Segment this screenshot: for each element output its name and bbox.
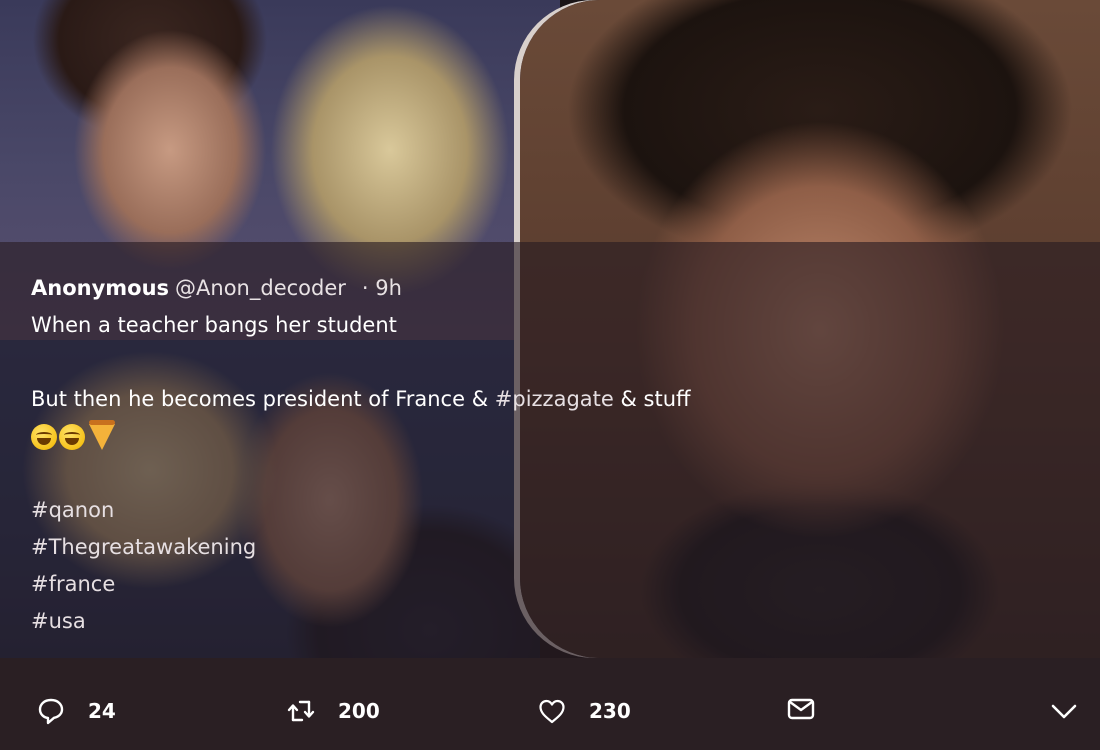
tweet-media[interactable]: Anonymous @Anon_decoder · 9h When a teac… — [0, 0, 1100, 658]
hashtag-usa[interactable]: #usa — [31, 603, 931, 640]
share-button[interactable] — [786, 694, 816, 724]
tweet-line-2-start: But then he becomes president of France … — [31, 387, 495, 411]
reply-icon — [38, 698, 64, 725]
retweet-count: 200 — [338, 699, 380, 723]
more-options-button[interactable] — [1049, 696, 1079, 726]
grinning-squinting-face-emoji — [31, 423, 57, 450]
hashtag-france[interactable]: #france — [31, 566, 931, 603]
tweet-timestamp[interactable]: · 9h — [362, 270, 402, 307]
pizza-emoji — [89, 419, 115, 450]
heart-icon — [539, 699, 565, 724]
hashtag-thegreatawakening[interactable]: #Thegreatawakening — [31, 529, 931, 566]
tweet-action-bar: 24 200 230 — [0, 658, 1100, 750]
grinning-squinting-face-emoji — [59, 423, 85, 450]
chevron-down-icon — [1051, 704, 1077, 719]
reply-button[interactable]: 24 — [36, 696, 116, 726]
tweet-line-1: When a teacher bangs her student — [31, 313, 397, 337]
like-button[interactable]: 230 — [537, 696, 631, 726]
tweet-header: Anonymous @Anon_decoder · 9h — [31, 270, 931, 307]
author-name[interactable]: Anonymous — [31, 270, 169, 307]
hashtag-qanon[interactable]: #qanon — [31, 492, 931, 529]
hashtag-pizzagate[interactable]: #pizzagate — [495, 387, 614, 411]
author-handle[interactable]: @Anon_decoder — [175, 270, 346, 307]
retweet-icon — [287, 700, 315, 722]
reply-count: 24 — [88, 699, 116, 723]
tweet-body: Anonymous @Anon_decoder · 9h When a teac… — [31, 270, 931, 640]
envelope-icon — [787, 698, 815, 720]
emoji-row — [31, 418, 931, 455]
like-count: 230 — [589, 699, 631, 723]
retweet-button[interactable]: 200 — [286, 696, 380, 726]
tweet-line-2: But then he becomes president of France … — [31, 381, 931, 418]
tweet-line-2-end: & stuff — [613, 387, 691, 411]
